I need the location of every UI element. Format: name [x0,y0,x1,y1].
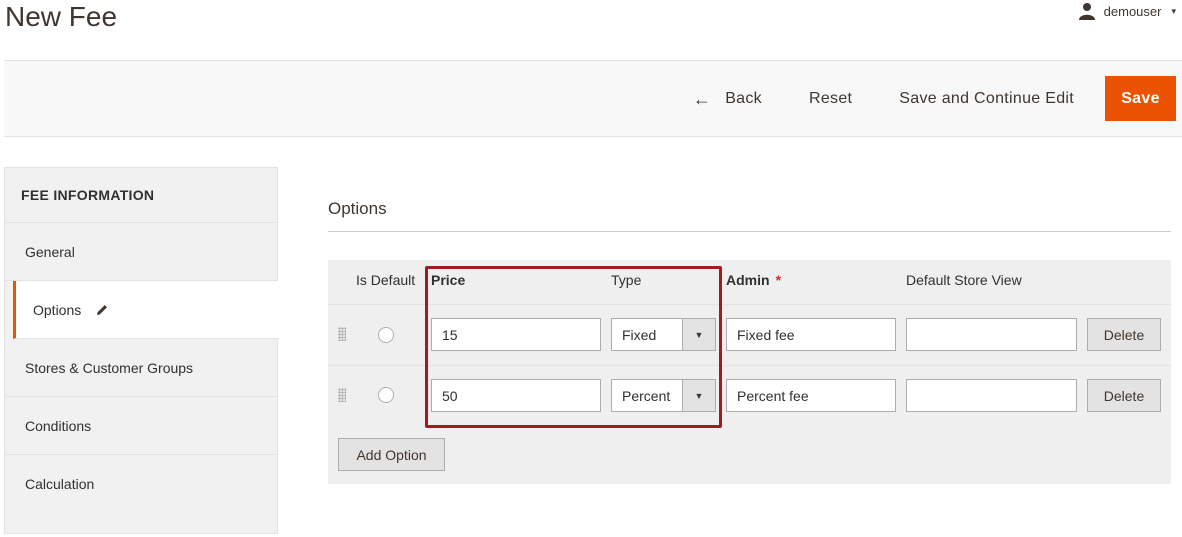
header-admin-label: Admin [726,272,770,288]
sidebar-item-label: Options [33,301,82,318]
row-divider [328,365,1171,366]
chevron-down-icon: ▼ [682,380,715,411]
add-option-button[interactable]: Add Option [338,438,445,471]
sidebar-title: FEE INFORMATION [5,168,277,223]
type-select-value: Fixed [622,326,657,343]
back-button[interactable]: ← Back [693,90,762,108]
sidebar: FEE INFORMATION General Options Stores &… [4,167,279,534]
options-panel: Is Default Price Type Admin * Default Sto… [328,260,1171,484]
store-view-label-input[interactable] [906,318,1077,351]
sidebar-item-general[interactable]: General [5,223,277,281]
reset-button[interactable]: Reset [809,90,852,108]
is-default-radio[interactable] [378,387,394,403]
price-input[interactable] [431,318,601,351]
sidebar-item-stores-customer-groups[interactable]: Stores & Customer Groups [5,339,277,397]
back-label: Back [725,89,762,107]
save-and-continue-button[interactable]: Save and Continue Edit [899,90,1074,108]
type-select[interactable]: Percent ▼ [611,379,716,412]
required-mark: * [775,272,782,288]
chevron-down-icon: ▾ [1171,5,1176,16]
header-type: Type [611,272,642,288]
store-view-label-input[interactable] [906,379,1077,412]
page-title: New Fee [5,1,118,32]
header-is-default: Is Default [356,272,416,288]
sidebar-item-conditions[interactable]: Conditions [5,397,277,455]
delete-button[interactable]: Delete [1087,318,1161,351]
user-name: demouser [1103,3,1162,19]
sidebar-item-label: Calculation [25,476,95,492]
section-title: Options [328,199,387,218]
drag-handle[interactable] [338,327,346,341]
save-button[interactable]: Save [1105,76,1176,121]
admin-label-input[interactable] [726,379,896,412]
header-default-store-view: Default Store View [906,272,1022,288]
sidebar-item-options[interactable]: Options [13,281,279,339]
sidebar-item-label: Stores & Customer Groups [25,359,194,376]
sidebar-item-calculation[interactable]: Calculation [5,455,277,513]
header-admin: Admin * [726,272,781,288]
header-price: Price [431,272,466,288]
admin-label-input[interactable] [726,318,896,351]
price-input[interactable] [431,379,601,412]
sidebar-item-label: Conditions [25,417,92,434]
pencil-icon [95,303,109,317]
drag-handle[interactable] [338,388,346,402]
arrow-left-icon: ← [692,88,712,109]
sidebar-item-label: General [25,243,75,260]
page-actions: ← Back Reset Save and Continue Edit Save [693,76,1176,121]
is-default-radio[interactable] [378,327,394,343]
delete-button[interactable]: Delete [1087,379,1161,412]
type-select-value: Percent [622,387,671,404]
type-select[interactable]: Fixed ▼ [611,318,716,351]
section-divider [328,231,1171,232]
user-icon [1078,2,1096,20]
chevron-down-icon: ▼ [682,319,715,350]
page-actions-bar: ← Back Reset Save and Continue Edit Save [4,60,1182,137]
user-menu[interactable]: demouser ▾ [1078,2,1176,20]
row-divider [328,304,1171,305]
